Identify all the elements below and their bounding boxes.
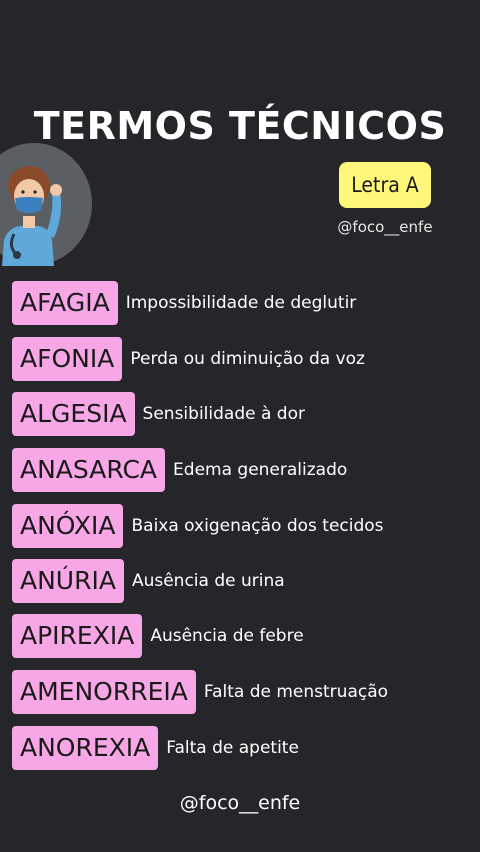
term-row: ANASARCA Edema generalizado [12, 448, 347, 492]
term-row: ALGESIA Sensibilidade à dor [12, 392, 305, 436]
term-label: APIREXIA [12, 614, 143, 658]
term-definition: Impossibilidade de deglutir [125, 293, 357, 313]
term-row: ANÓXIA Baixa oxigenação dos tecidos [12, 504, 384, 548]
term-definition: Perda ou diminuição da voz [130, 349, 365, 369]
term-label: ANÓXIA [12, 504, 124, 548]
term-definition: Falta de apetite [166, 738, 299, 758]
nurse-illustration-icon [0, 143, 92, 266]
term-definition: Ausência de urina [131, 571, 285, 591]
term-row: AFAGIA Impossibilidade de deglutir [12, 281, 356, 325]
social-handle: @foco__enfe [337, 218, 433, 236]
term-definition: Edema generalizado [173, 460, 348, 480]
term-label: ANÚRIA [12, 559, 124, 603]
term-label: ANOREXIA [12, 726, 159, 770]
term-definition: Sensibilidade à dor [142, 404, 305, 424]
term-definition: Baixa oxigenação dos tecidos [131, 516, 384, 536]
term-row: AFONIA Perda ou diminuição da voz [12, 337, 365, 381]
term-label: AFAGIA [12, 281, 118, 325]
term-label: ANASARCA [12, 448, 166, 492]
term-row: AMENORREIA Falta de menstruação [12, 670, 388, 714]
nurse-avatar [0, 142, 92, 266]
term-label: AMENORREIA [12, 670, 196, 714]
term-label: AFONIA [12, 337, 123, 381]
footer-handle: @foco__enfe [179, 792, 301, 814]
term-row: ANÚRIA Ausência de urina [12, 559, 285, 603]
letter-badge: Letra A [339, 162, 431, 208]
term-label: ALGESIA [12, 392, 135, 436]
term-row: ANOREXIA Falta de apetite [12, 726, 299, 770]
term-definition: Falta de menstruação [203, 682, 389, 702]
term-definition: Ausência de febre [150, 626, 304, 646]
term-row: APIREXIA Ausência de febre [12, 614, 304, 658]
